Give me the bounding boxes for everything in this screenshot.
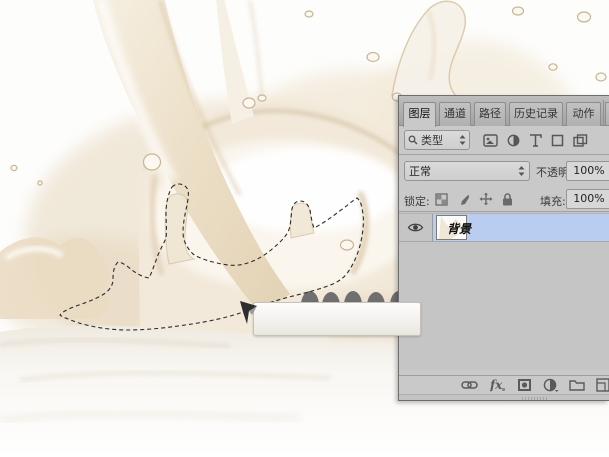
lock-row: 锁定: 填充:: [399, 187, 609, 212]
blend-mode-row: 正常 不透明度: 100%: [399, 155, 609, 187]
layer-list: 背景: [399, 212, 609, 370]
adjustment-layer-filter-icon[interactable]: [507, 134, 520, 147]
lock-transparency-icon[interactable]: [435, 193, 448, 206]
blend-mode-select[interactable]: 正常: [404, 161, 530, 181]
layer-name: 背景: [447, 220, 471, 237]
eye-icon: [407, 221, 424, 234]
tab-channels-label: 通道: [444, 107, 466, 120]
add-layer-mask-icon[interactable]: [517, 378, 532, 392]
layers-panel: 图层 通道 路径 历史记录 动作 类型: [398, 95, 609, 401]
blend-mode-value: 正常: [409, 163, 518, 179]
link-layers-icon[interactable]: [461, 378, 478, 392]
new-group-icon[interactable]: [569, 378, 585, 391]
new-layer-icon[interactable]: [596, 378, 609, 392]
tab-history-label: 历史记录: [514, 107, 558, 120]
tab-actions[interactable]: 动作: [566, 102, 601, 126]
lock-all-icon[interactable]: [502, 193, 513, 206]
watermark-cover-bar: [253, 302, 421, 336]
filter-icon-group: [483, 130, 588, 150]
tab-layers-label: 图层: [409, 107, 431, 120]
new-adjustment-layer-icon[interactable]: [543, 378, 559, 392]
type-layer-filter-icon[interactable]: [529, 134, 542, 147]
tab-paths-label: 路径: [479, 107, 501, 120]
shape-layer-filter-icon[interactable]: [551, 134, 564, 147]
filter-type-dropdown[interactable]: 类型: [404, 130, 470, 150]
search-icon: [408, 135, 418, 145]
opacity-value-field[interactable]: 100%: [566, 161, 609, 181]
fill-label: 填充:: [540, 193, 566, 209]
pixel-layer-filter-icon[interactable]: [483, 134, 498, 147]
lasso-cursor: [236, 296, 262, 328]
lock-icon-group: [435, 190, 513, 208]
opacity-value: 100%: [573, 164, 604, 177]
panel-bottom-bar: fx: [399, 375, 609, 394]
spinner-arrows-icon: [518, 166, 525, 176]
smart-object-filter-icon[interactable]: [573, 134, 588, 147]
panel-footer: [399, 394, 609, 401]
fill-value-field[interactable]: 100%: [566, 189, 609, 209]
layer-effects-fx-icon[interactable]: fx: [490, 378, 506, 392]
visibility-toggle[interactable]: [399, 214, 433, 241]
filter-type-label: 类型: [421, 132, 456, 148]
tab-actions-label: 动作: [573, 107, 595, 120]
lock-position-icon[interactable]: [479, 192, 493, 206]
tab-history[interactable]: 历史记录: [509, 102, 563, 126]
fill-value: 100%: [573, 192, 604, 205]
tab-layers[interactable]: 图层: [403, 102, 436, 127]
tab-separator: [603, 100, 604, 126]
next-tab-edge: [605, 102, 609, 126]
photoshop-workspace: 图层 通道 路径 历史记录 动作 类型: [0, 0, 609, 457]
panel-tab-bar: 图层 通道 路径 历史记录 动作: [399, 96, 609, 126]
tab-channels[interactable]: 通道: [439, 102, 471, 126]
layer-row-background[interactable]: 背景: [399, 213, 609, 242]
svg-text:fx: fx: [490, 378, 503, 392]
lock-image-brush-icon[interactable]: [457, 193, 470, 206]
lock-label: 锁定:: [404, 193, 430, 209]
layer-filter-row: 类型: [399, 126, 609, 155]
panel-resize-grip[interactable]: [521, 397, 549, 401]
tab-paths[interactable]: 路径: [474, 102, 506, 126]
spinner-arrows-icon: [459, 135, 466, 145]
